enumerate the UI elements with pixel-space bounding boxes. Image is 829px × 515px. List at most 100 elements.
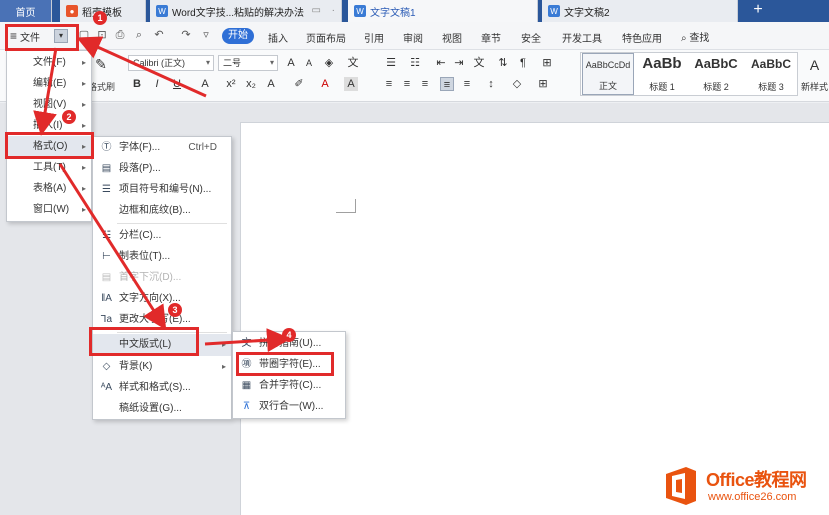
phonetic-guide-icon[interactable]: 文 xyxy=(346,56,360,70)
menu-view[interactable]: 视图 xyxy=(442,30,462,45)
columns-icon: ☷ xyxy=(102,230,111,241)
strikethrough-icon[interactable]: A xyxy=(198,77,212,91)
tab-word-tips[interactable]: W Word文字技...粘贴的解决办法 ▭ · xyxy=(150,0,342,22)
justify-icon[interactable]: ≡ xyxy=(440,77,454,91)
decrease-indent-icon[interactable]: ⇤ xyxy=(434,56,448,70)
tab-home[interactable]: 首页 xyxy=(0,0,52,22)
clear-format-icon[interactable]: ◈ xyxy=(322,56,336,70)
chevron-right-icon: ▸ xyxy=(81,205,86,214)
customize-icon[interactable]: ▿ xyxy=(200,29,212,41)
increase-indent-icon[interactable]: ⇥ xyxy=(452,56,466,70)
align-center-icon[interactable]: ≡ xyxy=(400,77,414,91)
chinese-layout-icon[interactable]: 文 xyxy=(472,56,486,70)
menu-item-tools[interactable]: 工具(T) ▸ xyxy=(7,157,91,178)
font-color-icon[interactable]: A xyxy=(318,77,332,91)
menu-chapter[interactable]: 章节 xyxy=(481,30,501,45)
document-page[interactable] xyxy=(240,122,829,515)
font-effects-icon[interactable]: A xyxy=(264,77,278,91)
borders-icon[interactable]: ⊞ xyxy=(540,56,554,70)
menu-page-layout[interactable]: 页面布局 xyxy=(306,30,346,45)
style-normal[interactable]: AaBbCcDd 正文 xyxy=(582,53,634,95)
tab-stops-icon: ⊢ xyxy=(102,251,111,262)
superscript-icon[interactable]: x² xyxy=(224,77,238,91)
font-name-select[interactable]: Calibri (正文) ▾ xyxy=(128,55,214,71)
menu-item-table[interactable]: 表格(A) ▸ xyxy=(7,178,91,199)
shading-icon[interactable]: ◇ xyxy=(510,77,524,91)
numbering-icon[interactable]: ☷ xyxy=(408,56,422,70)
tab-start[interactable]: 开始 xyxy=(222,28,254,44)
bullets-icon: ☰ xyxy=(102,184,111,195)
menu-separator xyxy=(117,223,227,224)
menu-item-text-direction[interactable]: ‖A 文字方向(X)... xyxy=(93,288,231,309)
menu-insert[interactable]: 插入 xyxy=(268,30,288,45)
bullets-icon[interactable]: ☰ xyxy=(384,56,398,70)
show-marks-icon[interactable]: ¶ xyxy=(516,56,530,70)
tab-document-1[interactable]: W 文字文稿1 xyxy=(348,0,538,22)
menu-item-paragraph[interactable]: ▤ 段落(P)... xyxy=(93,158,231,179)
docer-icon: ● xyxy=(66,5,78,17)
sort-icon[interactable]: ⇅ xyxy=(496,56,510,70)
menu-item-view[interactable]: 视图(V) ▸ xyxy=(7,94,91,115)
align-left-icon[interactable]: ≡ xyxy=(382,77,396,91)
chevron-right-icon: ▸ xyxy=(81,100,86,109)
chevron-right-icon: ▸ xyxy=(81,79,86,88)
menu-item-tab-stops[interactable]: ⊢ 制表位(T)... xyxy=(93,246,231,267)
menu-item-two-lines-in-one[interactable]: ⊼ 双行合一(W)... xyxy=(233,396,345,417)
menu-item-file[interactable]: 文件(F) ▸ xyxy=(7,52,91,73)
menu-item-font[interactable]: Ⓣ 字体(F)... Ctrl+D xyxy=(93,137,231,158)
distributed-icon[interactable]: ≡ xyxy=(460,77,474,91)
shrink-font-icon[interactable]: A xyxy=(302,56,316,70)
more-icon[interactable]: · xyxy=(332,5,335,16)
menu-item-edit[interactable]: 编辑(E) ▸ xyxy=(7,73,91,94)
highlight-box-file-menu xyxy=(5,24,79,51)
undo-icon[interactable]: ↶ xyxy=(153,29,165,41)
open-icon[interactable]: ▢ xyxy=(78,29,90,41)
search-button[interactable]: ⌕ 查找 xyxy=(681,29,709,44)
menu-item-bullets-numbering[interactable]: ☰ 项目符号和编号(N)... xyxy=(93,179,231,200)
grow-font-icon[interactable]: A xyxy=(284,56,298,70)
bold-icon[interactable]: B xyxy=(130,77,144,91)
new-tab-button[interactable]: + xyxy=(748,1,768,21)
style-heading-1[interactable]: AaBb 标题 1 xyxy=(636,53,688,95)
line-spacing-icon[interactable]: ↕ xyxy=(484,77,498,91)
style-heading-3[interactable]: AaBbC 标题 3 xyxy=(744,53,798,95)
print-preview-icon[interactable]: ⌕ xyxy=(133,29,145,41)
format-painter-icon[interactable]: ✎ xyxy=(92,57,110,75)
menu-security[interactable]: 安全 xyxy=(521,30,541,45)
menu-item-columns[interactable]: ☷ 分栏(C)... xyxy=(93,225,231,246)
styles-gallery: AaBbCcDd 正文 AaBb 标题 1 AaBbC 标题 2 AaBbC 标… xyxy=(580,52,798,96)
page-margin-mark xyxy=(336,199,356,213)
menu-item-styles-formatting[interactable]: ᴬA 样式和格式(S)... xyxy=(93,377,231,398)
style-label: 标题 3 xyxy=(758,82,784,92)
style-heading-2[interactable]: AaBbC 标题 2 xyxy=(689,53,743,95)
monitor-icon[interactable]: ▭ xyxy=(312,5,321,16)
font-size-select[interactable]: 二号 ▾ xyxy=(218,55,278,71)
menu-item-background[interactable]: ◇ 背景(K) ▸ xyxy=(93,356,231,377)
subscript-icon[interactable]: x₂ xyxy=(244,77,258,91)
tab-document-2[interactable]: W 文字文稿2 xyxy=(542,0,738,22)
menu-item-borders-shading[interactable]: 边框和底纹(B)... xyxy=(93,200,231,221)
menu-item-manuscript-setup[interactable]: 稿纸设置(G)... xyxy=(93,398,231,419)
italic-icon[interactable]: I xyxy=(150,77,164,91)
print-icon[interactable]: ⎙ xyxy=(114,29,126,41)
save-icon[interactable]: ⊡ xyxy=(96,29,108,41)
style-preview: AaBbC xyxy=(694,56,738,71)
underline-icon[interactable]: U xyxy=(170,77,184,91)
menu-item-combine-characters[interactable]: ▦ 合并字符(C)... xyxy=(233,375,345,396)
menu-item-label: 文件(F) xyxy=(33,57,66,68)
watermark-url: www.office26.com xyxy=(708,491,797,503)
menu-special-apps[interactable]: 特色应用 xyxy=(622,30,662,45)
text-direction-icon: ‖A xyxy=(101,293,112,304)
menu-item-window[interactable]: 窗口(W) ▸ xyxy=(7,199,91,220)
highlight-icon[interactable]: ✐ xyxy=(292,77,306,91)
tab-label: 首页 xyxy=(15,7,36,19)
border-icon[interactable]: ⊞ xyxy=(536,77,550,91)
menu-item-label: 合并字符(C)... xyxy=(259,380,322,391)
char-shading-icon[interactable]: A xyxy=(344,77,358,91)
new-style-button[interactable]: A 新样式 xyxy=(800,56,829,93)
menu-developer-tools[interactable]: 开发工具 xyxy=(562,30,602,45)
redo-icon[interactable]: ↷ xyxy=(180,29,192,41)
menu-review[interactable]: 审阅 xyxy=(403,30,423,45)
align-right-icon[interactable]: ≡ xyxy=(418,77,432,91)
menu-references[interactable]: 引用 xyxy=(364,30,384,45)
